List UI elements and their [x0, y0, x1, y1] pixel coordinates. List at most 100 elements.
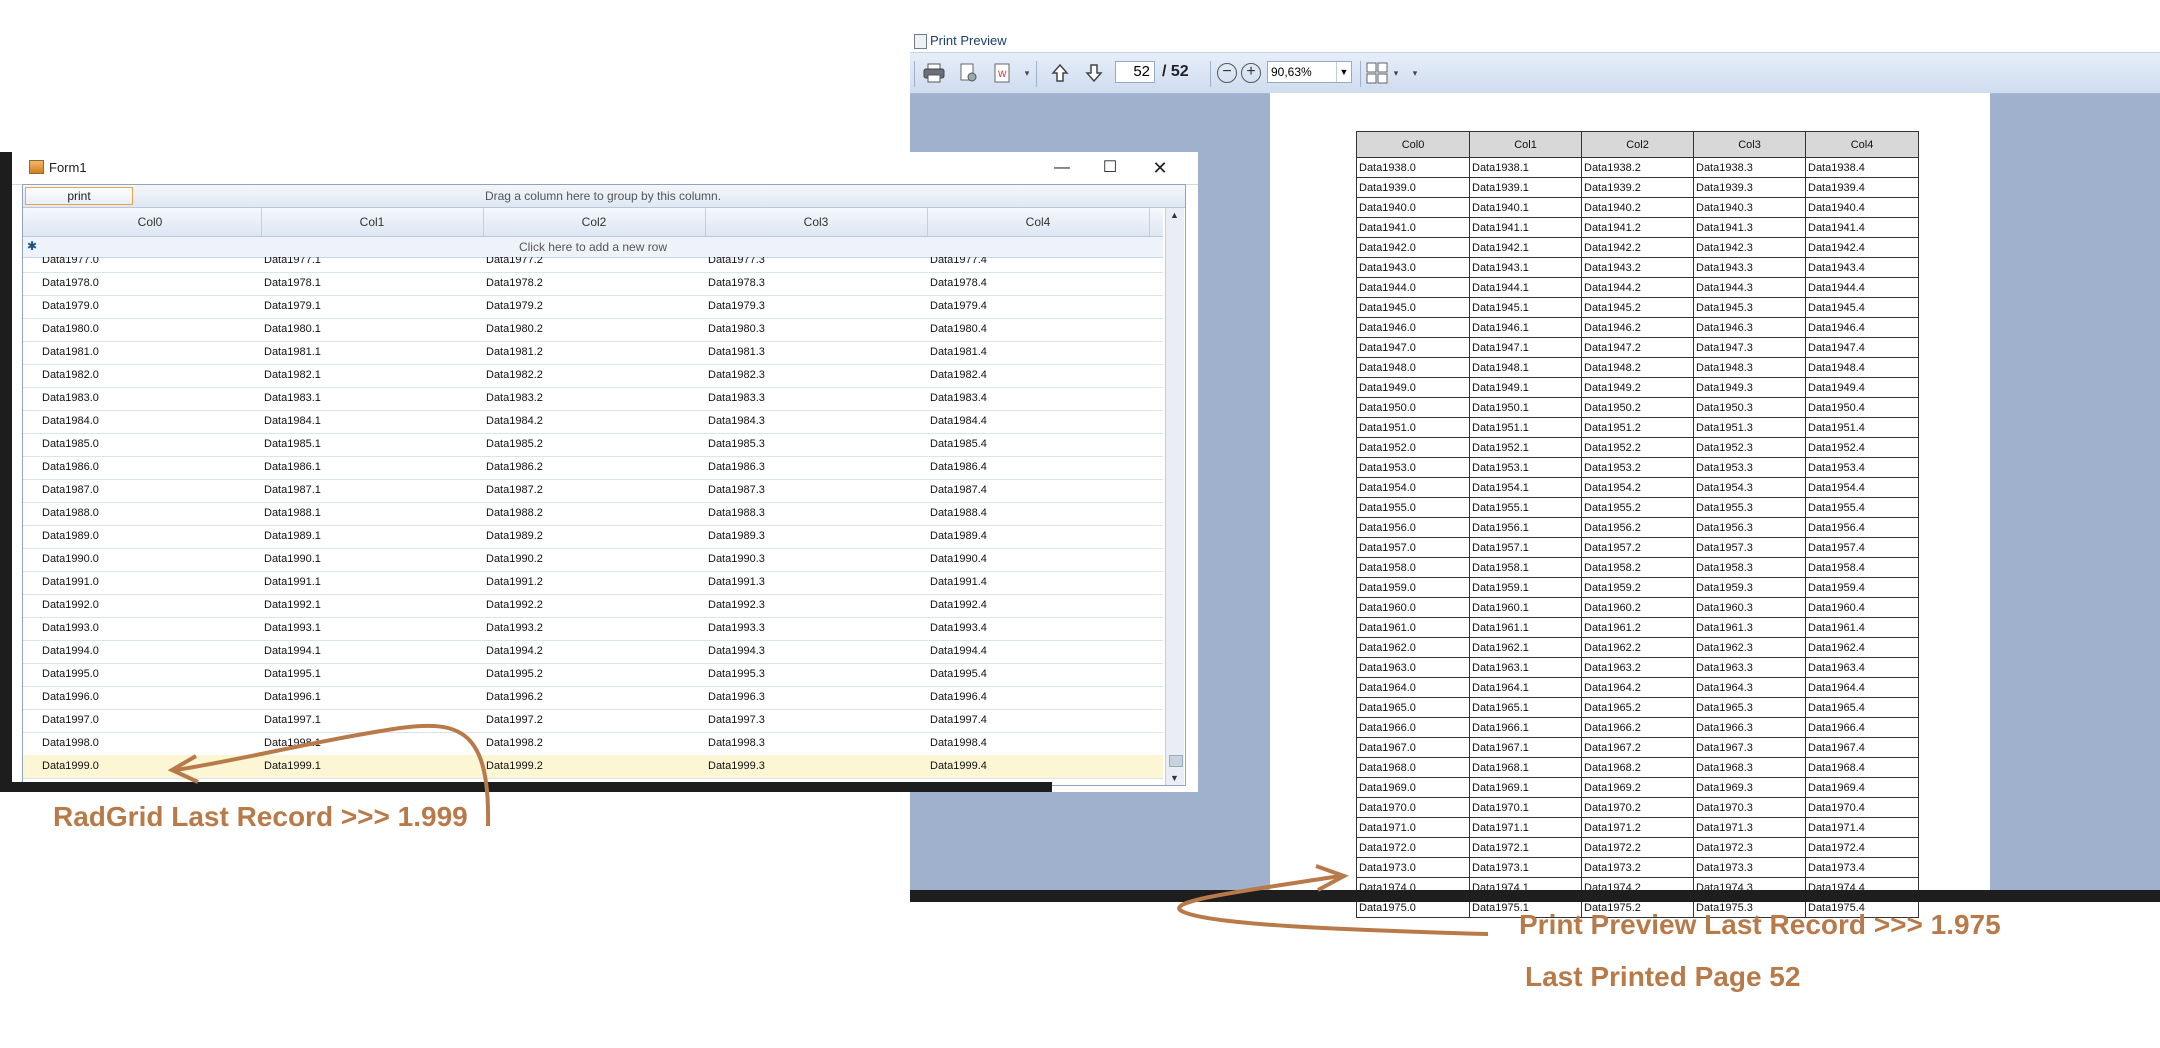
grid-cell[interactable]: Data1990.4 [930, 553, 987, 565]
previous-page-icon[interactable] [1048, 61, 1072, 85]
grid-cell[interactable]: Data1990.3 [708, 553, 765, 565]
grid-cell[interactable]: Data1983.2 [486, 392, 543, 404]
grid-cell[interactable]: Data1979.0 [42, 300, 99, 312]
grid-cell[interactable]: Data1999.1 [264, 760, 321, 772]
table-row[interactable]: Data1977.0 Data1977.1 Data1977.2 Data1977.3… [23, 257, 1163, 273]
grid-cell[interactable]: Data1982.1 [264, 369, 321, 381]
grid-cell[interactable]: Data1988.3 [708, 507, 765, 519]
grid-cell[interactable]: Data1990.2 [486, 553, 543, 565]
new-row-bar[interactable]: ✱ Click here to add a new row [23, 237, 1163, 258]
grid-cell[interactable]: Data1997.0 [42, 714, 99, 726]
table-row[interactable]: Data1980.0 Data1980.1 Data1980.2 Data1980.3… [23, 318, 1163, 342]
grid-cell[interactable]: Data1989.1 [264, 530, 321, 542]
scroll-thumb[interactable] [1169, 755, 1183, 767]
grid-cell[interactable]: Data1981.3 [708, 346, 765, 358]
grid-cell[interactable]: Data1983.1 [264, 392, 321, 404]
grid-cell[interactable]: Data1993.1 [264, 622, 321, 634]
table-row[interactable]: Data1990.0 Data1990.1 Data1990.2 Data1990.3… [23, 548, 1163, 572]
grid-cell[interactable]: Data1996.1 [264, 691, 321, 703]
grid-cell[interactable]: Data1988.2 [486, 507, 543, 519]
table-row[interactable]: Data1995.0 Data1995.1 Data1995.2 Data1995.3… [23, 663, 1163, 687]
grid-cell[interactable]: Data1986.3 [708, 461, 765, 473]
table-row[interactable]: Data1989.0 Data1989.1 Data1989.2 Data1989.3… [23, 525, 1163, 549]
grid-cell[interactable]: Data1996.2 [486, 691, 543, 703]
grid-cell[interactable]: Data1997.2 [486, 714, 543, 726]
page-layout-icon[interactable] [1365, 61, 1389, 85]
grid-cell[interactable]: Data1978.3 [708, 277, 765, 289]
table-row[interactable]: Data1983.0 Data1983.1 Data1983.2 Data1983.3… [23, 387, 1163, 411]
grid-cell[interactable]: Data1978.0 [42, 277, 99, 289]
grid-cell[interactable]: Data1996.3 [708, 691, 765, 703]
grid-cell[interactable]: Data1980.3 [708, 323, 765, 335]
grid-cell[interactable]: Data1997.1 [264, 714, 321, 726]
grid-cell[interactable]: Data1995.3 [708, 668, 765, 680]
grid-cell[interactable]: Data1982.3 [708, 369, 765, 381]
grid-cell[interactable]: Data1998.4 [930, 737, 987, 749]
grid-cell[interactable]: Data1993.4 [930, 622, 987, 634]
grid-cell[interactable]: Data1997.3 [708, 714, 765, 726]
grid-cell[interactable]: Data1988.0 [42, 507, 99, 519]
grid-cell[interactable]: Data1992.3 [708, 599, 765, 611]
grid-cell[interactable]: Data1985.3 [708, 438, 765, 450]
grid-cell[interactable]: Data1989.2 [486, 530, 543, 542]
table-row[interactable]: Data1982.0 Data1982.1 Data1982.2 Data1982.3… [23, 364, 1163, 388]
table-row[interactable]: Data1992.0 Data1992.1 Data1992.2 Data1992.3… [23, 594, 1163, 618]
grid-cell[interactable]: Data1988.1 [264, 507, 321, 519]
grid-cell[interactable]: Data1993.0 [42, 622, 99, 634]
minimize-icon[interactable]: — [1052, 158, 1072, 178]
grid-column-header[interactable]: Col0 [39, 208, 262, 236]
grid-cell[interactable]: Data1993.2 [486, 622, 543, 634]
grid-cell[interactable]: Data1980.4 [930, 323, 987, 335]
grid-cell[interactable]: Data1994.3 [708, 645, 765, 657]
watermark-icon[interactable]: W [990, 61, 1014, 85]
grid-cell[interactable]: Data1986.0 [42, 461, 99, 473]
grid-cell[interactable]: Data1992.4 [930, 599, 987, 611]
grid-cell[interactable]: Data1991.3 [708, 576, 765, 588]
grid-cell[interactable]: Data1996.4 [930, 691, 987, 703]
table-row[interactable]: Data1987.0 Data1987.1 Data1987.2 Data1987.3… [23, 479, 1163, 503]
maximize-icon[interactable]: ☐ [1100, 158, 1120, 178]
grid-cell[interactable]: Data1998.3 [708, 737, 765, 749]
table-row[interactable]: Data1978.0 Data1978.1 Data1978.2 Data1978.3… [23, 272, 1163, 296]
current-page-input[interactable]: 52 [1115, 61, 1155, 83]
grid-cell[interactable]: Data1990.0 [42, 553, 99, 565]
grid-cell[interactable]: Data1999.4 [930, 760, 987, 772]
grid-cell[interactable]: Data1980.2 [486, 323, 543, 335]
grid-cell[interactable]: Data1978.4 [930, 277, 987, 289]
grid-cell[interactable]: Data1981.4 [930, 346, 987, 358]
grid-cell[interactable]: Data1981.0 [42, 346, 99, 358]
grid-cell[interactable]: Data1991.2 [486, 576, 543, 588]
grid-cell[interactable]: Data1981.1 [264, 346, 321, 358]
table-row[interactable]: Data1996.0 Data1996.1 Data1996.2 Data1996.3… [23, 686, 1163, 710]
grid-cell[interactable]: Data1977.3 [708, 257, 765, 266]
grid-cell[interactable]: Data1982.4 [930, 369, 987, 381]
table-row[interactable]: Data1986.0 Data1986.1 Data1986.2 Data1986.3… [23, 456, 1163, 480]
grid-cell[interactable]: Data1989.3 [708, 530, 765, 542]
grid-cell[interactable]: Data1980.1 [264, 323, 321, 335]
grid-cell[interactable]: Data1992.1 [264, 599, 321, 611]
table-row[interactable]: Data1988.0 Data1988.1 Data1988.2 Data1988.3… [23, 502, 1163, 526]
toolbar-overflow-icon[interactable]: ▾ [1410, 61, 1420, 85]
grid-cell[interactable]: Data1994.2 [486, 645, 543, 657]
grid-cell[interactable]: Data1999.0 [42, 760, 99, 772]
grid-column-header[interactable]: Col2 [483, 208, 706, 236]
grid-cell[interactable]: Data1987.0 [42, 484, 99, 496]
chevron-down-icon[interactable]: ▼ [1336, 62, 1351, 82]
table-row[interactable]: Data1981.0 Data1981.1 Data1981.2 Data1981.3… [23, 341, 1163, 365]
close-icon[interactable]: ✕ [1150, 158, 1170, 178]
scroll-down-icon[interactable]: ▼ [1170, 773, 1179, 783]
grid-cell[interactable]: Data1997.4 [930, 714, 987, 726]
grid-cell[interactable]: Data1991.4 [930, 576, 987, 588]
grid-cell[interactable]: Data1989.0 [42, 530, 99, 542]
grid-cell[interactable]: Data1987.4 [930, 484, 987, 496]
table-row[interactable]: Data1993.0 Data1993.1 Data1993.2 Data1993.3… [23, 617, 1163, 641]
grid-cell[interactable]: Data1991.0 [42, 576, 99, 588]
zoom-combobox[interactable]: 90,63% ▼ [1267, 61, 1352, 83]
print-settings-icon[interactable] [956, 61, 980, 85]
grid-cell[interactable]: Data1985.1 [264, 438, 321, 450]
table-row[interactable]: Data1999.0 Data1999.1 Data1999.2 Data1999.3… [23, 755, 1163, 779]
zoom-out-icon[interactable]: − [1217, 63, 1237, 83]
grid-cell[interactable]: Data1993.3 [708, 622, 765, 634]
grid-cell[interactable]: Data1979.3 [708, 300, 765, 312]
grid-cell[interactable]: Data1978.2 [486, 277, 543, 289]
